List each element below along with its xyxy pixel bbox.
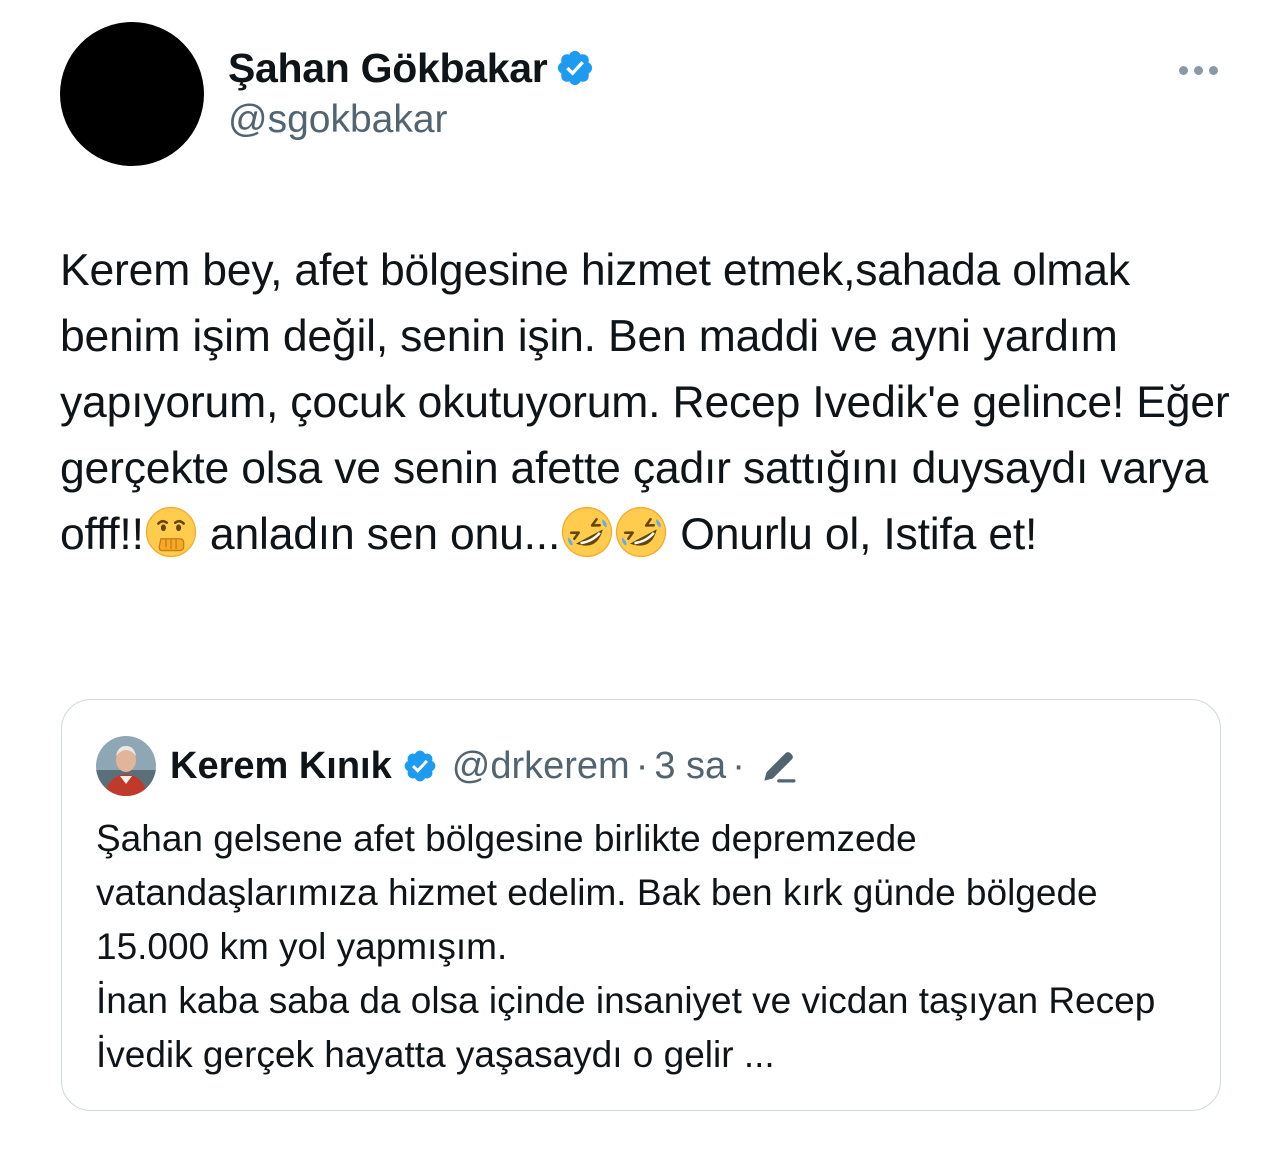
quoted-author-handle[interactable]: @drkerem: [452, 745, 630, 788]
tweet-text-part-3: Onurlu ol, Istifa et!: [668, 510, 1038, 559]
quoted-tweet-text: Şahan gelsene afet bölgesine birlikte de…: [96, 818, 1156, 1075]
separator-dot: ·: [732, 744, 745, 787]
quoted-tweet-card[interactable]: Kerem Kınık @drkerem · 3 sa · Şahan gels…: [61, 699, 1221, 1111]
tweet-text-part-2: anladın sen onu...: [197, 510, 561, 559]
quoted-author-name[interactable]: Kerem Kınık: [170, 745, 392, 788]
more-horizontal-icon: [1178, 65, 1188, 75]
verified-badge-icon[interactable]: [555, 48, 595, 88]
pencil-edit-icon[interactable]: [757, 744, 801, 788]
author-avatar[interactable]: [60, 22, 204, 166]
rolling-on-the-floor-laughing-emoji: [560, 505, 614, 559]
quoted-author-avatar[interactable]: [96, 736, 156, 796]
quoted-tweet-time[interactable]: 3 sa: [654, 745, 726, 788]
rolling-on-the-floor-laughing-emoji: [614, 505, 668, 559]
more-horizontal-icon-dot: [1208, 65, 1218, 75]
quoted-tweet-header: Kerem Kınık @drkerem · 3 sa ·: [96, 736, 801, 796]
author-name[interactable]: Şahan Gökbakar: [228, 45, 548, 92]
author-info: Şahan Gökbakar @sgokbakar: [228, 40, 595, 142]
verified-badge-icon[interactable]: [402, 748, 438, 784]
more-horizontal-icon-dot: [1193, 65, 1203, 75]
separator-dot: ·: [635, 744, 649, 787]
more-options-button[interactable]: [1166, 54, 1230, 86]
face-with-hand-over-mouth-emoji: [144, 505, 198, 559]
author-name-row: Şahan Gökbakar: [228, 40, 595, 96]
tweet-text: Kerem bey, afet bölgesine hizmet etmek,s…: [60, 238, 1230, 568]
author-handle[interactable]: @sgokbakar: [228, 98, 595, 142]
